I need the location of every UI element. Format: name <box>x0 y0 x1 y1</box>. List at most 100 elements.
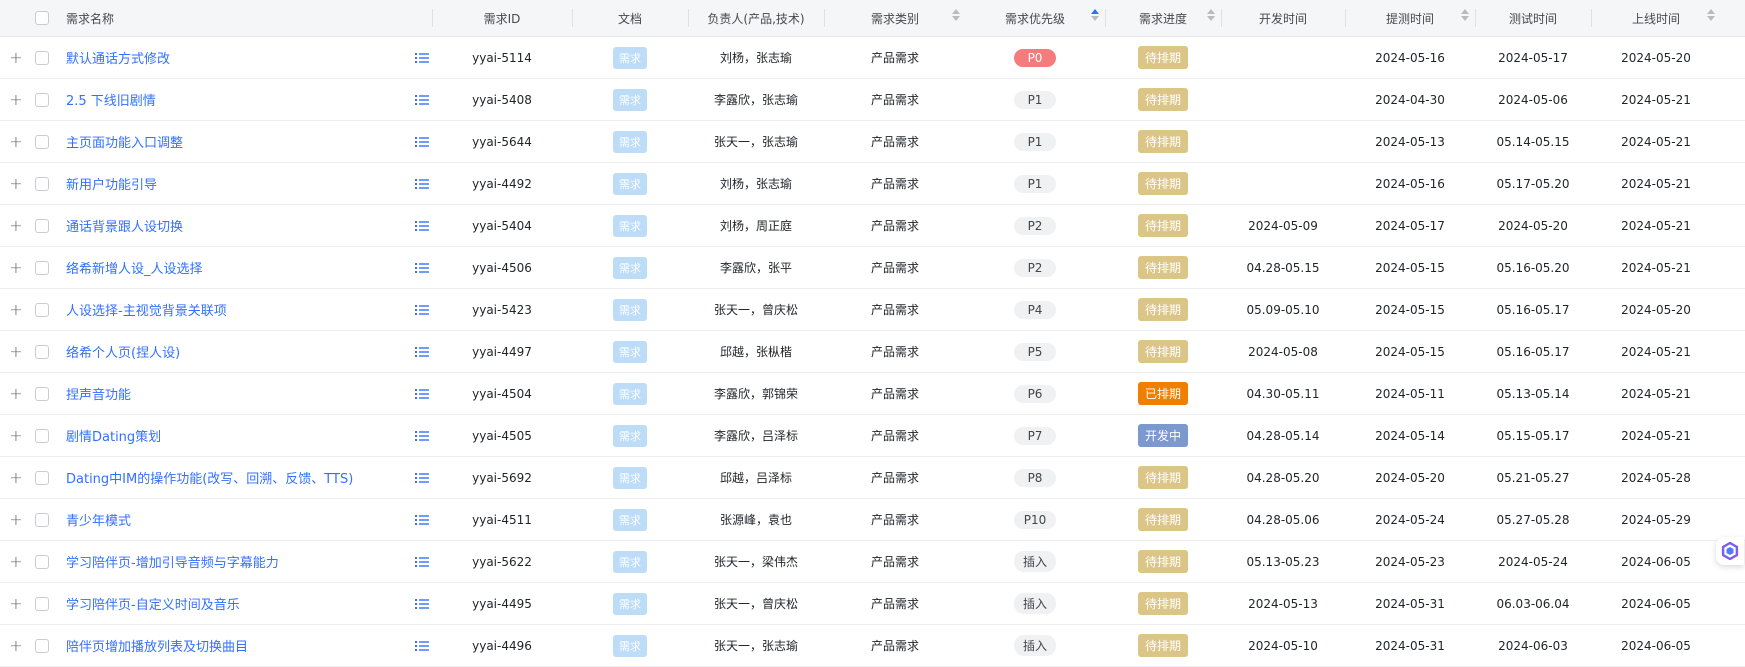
col-header-owner[interactable]: 负责人(产品,技术) <box>689 0 823 36</box>
doc-tag[interactable]: 需求 <box>613 466 647 489</box>
row-select-cell[interactable] <box>34 541 50 582</box>
table-row[interactable]: + 络希新增人设_人设选择 yyai-4506 需求 李露欣，张平 产品需求 P2 待排期 04… <box>0 247 1745 289</box>
col-header-type[interactable]: 需求类别 <box>825 0 965 36</box>
requirement-name-link[interactable]: 新用户功能引导 <box>66 163 406 204</box>
doc-tag[interactable]: 需求 <box>613 424 647 447</box>
col-header-name[interactable]: 需求名称 <box>66 0 426 36</box>
table-row[interactable]: +2.5 下线旧剧情 yyai-5408 需求 李露欣，张志瑜 产品需求 P1 待排期 202… <box>0 79 1745 121</box>
expand-row-button[interactable]: + <box>8 583 24 624</box>
doc-tag[interactable]: 需求 <box>613 382 647 405</box>
row-checkbox[interactable] <box>35 302 49 317</box>
row-checkbox[interactable] <box>35 470 49 485</box>
row-select-cell[interactable] <box>34 625 50 666</box>
requirement-name-link[interactable]: 捏声音功能 <box>66 373 406 414</box>
requirement-name[interactable]: 通话背景跟人设切换 <box>66 216 183 235</box>
doc-tag[interactable]: 需求 <box>613 130 647 153</box>
table-row[interactable]: + 捏声音功能 yyai-4504 需求 李露欣，郭锦荣 产品需求 P6 已排期 04.30-0… <box>0 373 1745 415</box>
row-select-cell[interactable] <box>34 79 50 120</box>
detail-button[interactable] <box>412 415 432 456</box>
detail-button[interactable] <box>412 121 432 162</box>
table-row[interactable]: + 人设选择-主视觉背景关联项 yyai-5423 需求 张天一，曾庆松 产品需求 P4 待排… <box>0 289 1745 331</box>
col-header-release-time[interactable]: 上线时间 <box>1592 0 1720 36</box>
requirement-name-link[interactable]: 青少年模式 <box>66 499 406 540</box>
row-select-cell[interactable] <box>34 205 50 246</box>
detail-button[interactable] <box>412 37 432 78</box>
col-header-test-submit-time[interactable]: 提测时间 <box>1346 0 1474 36</box>
row-checkbox[interactable] <box>35 344 49 359</box>
doc-tag[interactable]: 需求 <box>613 46 647 69</box>
detail-button[interactable] <box>412 79 432 120</box>
doc-cell[interactable]: 需求 <box>573 121 687 162</box>
row-select-cell[interactable] <box>34 121 50 162</box>
doc-tag[interactable]: 需求 <box>613 88 647 111</box>
table-row[interactable]: + 络希个人页(捏人设) yyai-4497 需求 邱越，张枞楷 产品需求 P5 待排期 202… <box>0 331 1745 373</box>
row-select-cell[interactable] <box>34 415 50 456</box>
expand-row-button[interactable]: + <box>8 625 24 666</box>
doc-tag[interactable]: 需求 <box>613 550 647 573</box>
doc-cell[interactable]: 需求 <box>573 163 687 204</box>
table-row[interactable]: + 陪伴页增加播放列表及切换曲目 yyai-4496 需求 张天一，张志瑜 产品需求 插入 待… <box>0 625 1745 667</box>
detail-button[interactable] <box>412 457 432 498</box>
doc-cell[interactable]: 需求 <box>573 37 687 78</box>
row-checkbox[interactable] <box>35 134 49 149</box>
detail-button[interactable] <box>412 625 432 666</box>
doc-cell[interactable]: 需求 <box>573 205 687 246</box>
table-row[interactable]: + 学习陪伴页-增加引导音频与字幕能力 yyai-5622 需求 张天一，梁伟杰 产品需求… <box>0 541 1745 583</box>
requirement-name[interactable]: 青少年模式 <box>66 510 131 529</box>
col-header-priority[interactable]: 需求优先级 <box>966 0 1104 36</box>
requirement-name[interactable]: 新用户功能引导 <box>66 174 157 193</box>
row-select-cell[interactable] <box>34 247 50 288</box>
detail-button[interactable] <box>412 373 432 414</box>
expand-row-button[interactable]: + <box>8 37 24 78</box>
doc-tag[interactable]: 需求 <box>613 172 647 195</box>
row-checkbox[interactable] <box>35 512 49 527</box>
detail-button[interactable] <box>412 541 432 582</box>
doc-tag[interactable]: 需求 <box>613 340 647 363</box>
requirement-name-link[interactable]: 络希新增人设_人设选择 <box>66 247 406 288</box>
detail-button[interactable] <box>412 205 432 246</box>
doc-cell[interactable]: 需求 <box>573 541 687 582</box>
table-row[interactable]: + Dating中IM的操作功能(改写、回溯、反馈、TTS) yyai-5692 需求… <box>0 457 1745 499</box>
requirement-name[interactable]: 人设选择-主视觉背景关联项 <box>66 300 227 319</box>
doc-cell[interactable]: 需求 <box>573 79 687 120</box>
detail-button[interactable] <box>412 499 432 540</box>
requirement-name[interactable]: Dating中IM的操作功能(改写、回溯、反馈、TTS) <box>66 468 353 487</box>
doc-cell[interactable]: 需求 <box>573 331 687 372</box>
doc-cell[interactable]: 需求 <box>573 583 687 624</box>
table-row[interactable]: + 主页面功能入口调整 yyai-5644 需求 张天一，张志瑜 产品需求 P1 待排期 202… <box>0 121 1745 163</box>
row-select-cell[interactable] <box>34 163 50 204</box>
col-header-dev-time[interactable]: 开发时间 <box>1222 0 1344 36</box>
row-select-cell[interactable] <box>34 37 50 78</box>
doc-cell[interactable]: 需求 <box>573 373 687 414</box>
row-checkbox[interactable] <box>35 428 49 443</box>
expand-row-button[interactable]: + <box>8 289 24 330</box>
row-checkbox[interactable] <box>35 554 49 569</box>
row-select-cell[interactable] <box>34 457 50 498</box>
expand-row-button[interactable]: + <box>8 415 24 456</box>
expand-row-button[interactable]: + <box>8 499 24 540</box>
requirement-name-link[interactable]: 学习陪伴页-自定义时间及音乐 <box>66 583 406 624</box>
doc-cell[interactable]: 需求 <box>573 499 687 540</box>
table-row[interactable]: + 学习陪伴页-自定义时间及音乐 yyai-4495 需求 张天一，曾庆松 产品需求 插入 待… <box>0 583 1745 625</box>
requirement-name[interactable]: 学习陪伴页-增加引导音频与字幕能力 <box>66 552 279 571</box>
table-row[interactable]: + 新用户功能引导 yyai-4492 需求 刘杨，张志瑜 产品需求 P1 待排期 2024-0… <box>0 163 1745 205</box>
doc-tag[interactable]: 需求 <box>613 298 647 321</box>
table-row[interactable]: + 默认通话方式修改 yyai-5114 需求 刘杨，张志瑜 产品需求 P0 待排期 2024-… <box>0 37 1745 79</box>
requirement-name-link[interactable]: 学习陪伴页-增加引导音频与字幕能力 <box>66 541 406 582</box>
requirement-name[interactable]: 主页面功能入口调整 <box>66 132 183 151</box>
doc-cell[interactable]: 需求 <box>573 457 687 498</box>
requirement-name-link[interactable]: 陪伴页增加播放列表及切换曲目 <box>66 625 406 666</box>
detail-button[interactable] <box>412 289 432 330</box>
row-checkbox[interactable] <box>35 386 49 401</box>
requirement-name-link[interactable]: 人设选择-主视觉背景关联项 <box>66 289 406 330</box>
requirement-name-link[interactable]: 剧情Dating策划 <box>66 415 406 456</box>
requirement-name[interactable]: 捏声音功能 <box>66 384 131 403</box>
row-select-cell[interactable] <box>34 289 50 330</box>
sort-type-icon[interactable] <box>952 9 960 21</box>
doc-cell[interactable]: 需求 <box>573 289 687 330</box>
sort-progress-icon[interactable] <box>1207 9 1215 21</box>
row-checkbox[interactable] <box>35 596 49 611</box>
sort-priority-icon[interactable] <box>1091 9 1099 21</box>
doc-cell[interactable]: 需求 <box>573 415 687 456</box>
table-row[interactable]: + 通话背景跟人设切换 yyai-5404 需求 刘杨，周正庭 产品需求 P2 待排期 2024… <box>0 205 1745 247</box>
